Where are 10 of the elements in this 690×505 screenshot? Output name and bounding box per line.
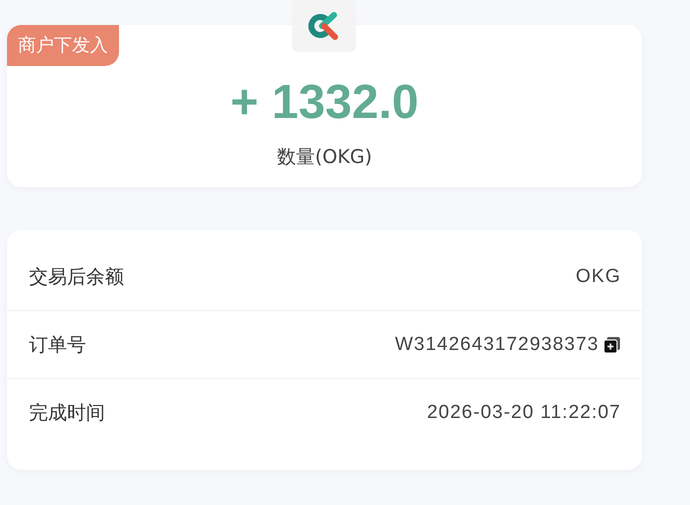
detail-label: 完成时间 xyxy=(29,400,105,426)
detail-value: OKG xyxy=(576,266,621,288)
detail-value: W3142643172938373 xyxy=(394,334,599,356)
amount-label: 数量(OKG) xyxy=(277,145,372,170)
category-badge: 商户下发入 xyxy=(7,25,119,66)
copy-icon[interactable] xyxy=(603,336,621,354)
detail-label: 交易后余额 xyxy=(29,264,124,290)
amount: + 1332.0 xyxy=(230,75,419,130)
detail-label: 订单号 xyxy=(29,332,86,358)
detail-value: 2026-03-20 11:22:07 xyxy=(426,402,621,424)
